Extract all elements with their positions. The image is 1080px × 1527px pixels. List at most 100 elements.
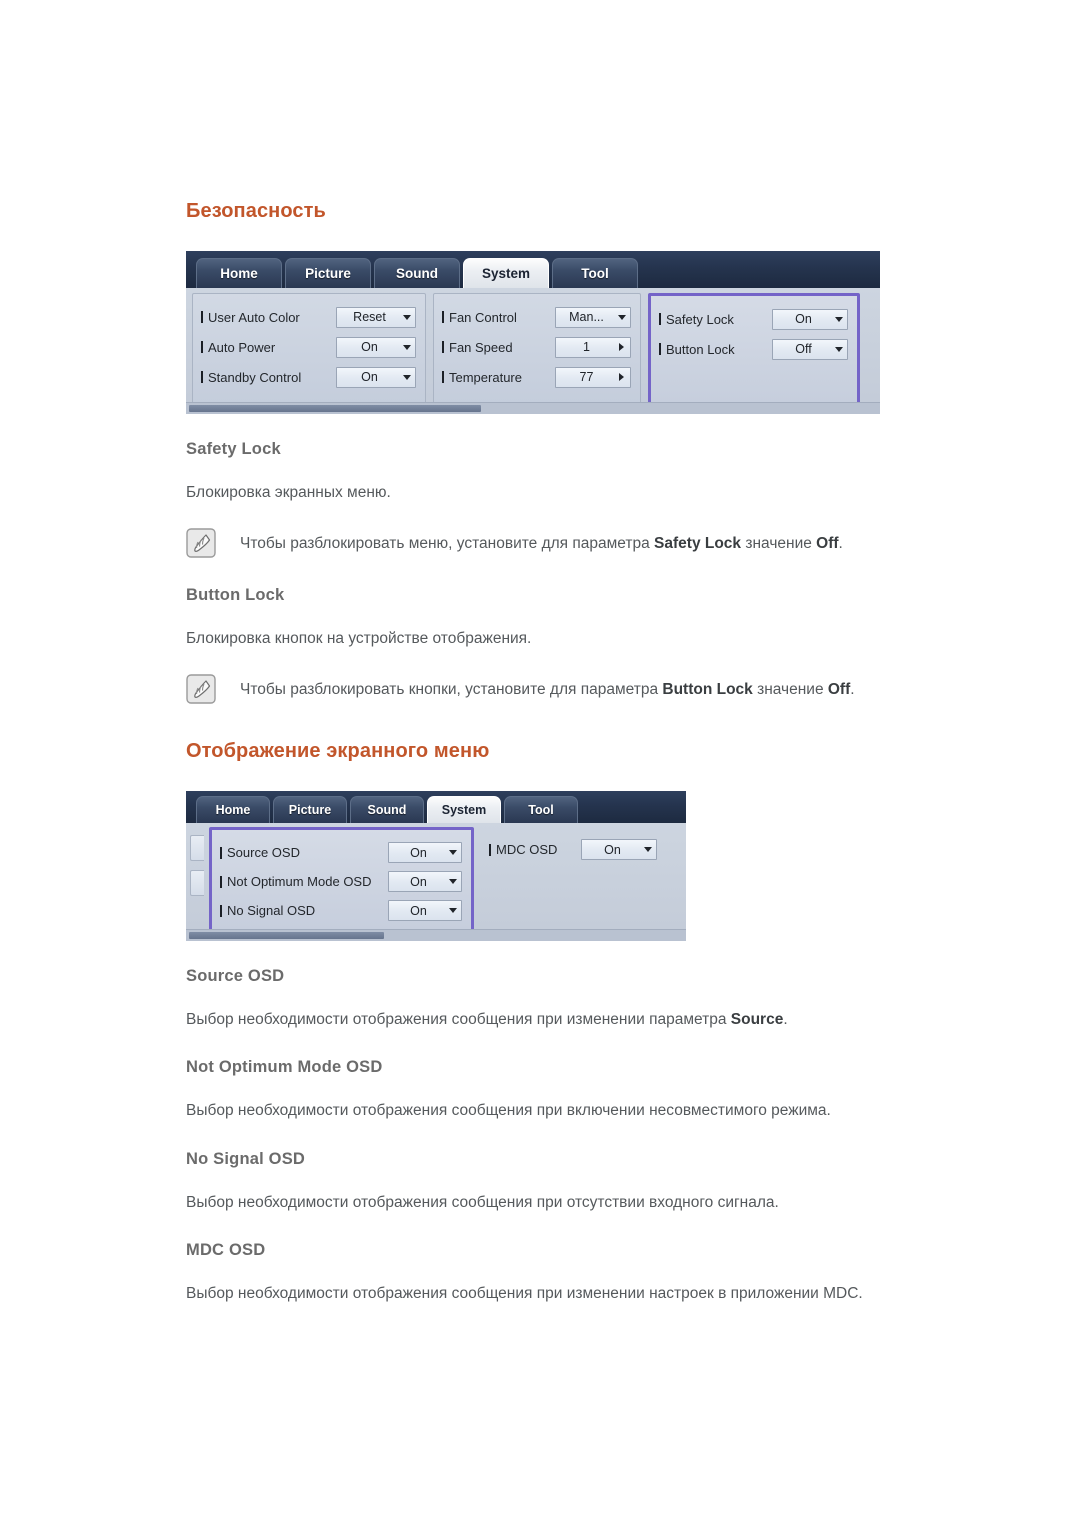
setting-row-auto-power: Auto Power On bbox=[201, 332, 416, 362]
dropdown-value: On bbox=[795, 312, 812, 326]
chevron-right-icon[interactable] bbox=[613, 338, 630, 357]
subheading-no-signal-osd: No Signal OSD bbox=[186, 1149, 306, 1168]
setting-row-not-optimum-mode-osd: Not Optimum Mode OSD On bbox=[220, 867, 462, 896]
chevron-down-icon bbox=[444, 901, 461, 920]
setting-row-user-auto-color: User Auto Color Reset bbox=[201, 302, 416, 332]
dropdown-fan-control[interactable]: Man... bbox=[555, 306, 631, 328]
label-temperature: Temperature bbox=[442, 370, 522, 385]
setting-row-standby-control: Standby Control On bbox=[201, 362, 416, 392]
note-bold-value: Off bbox=[827, 681, 851, 699]
tab-home[interactable]: Home bbox=[196, 796, 270, 824]
dropdown-value: Reset bbox=[353, 310, 386, 324]
dropdown-no-signal-osd[interactable]: On bbox=[388, 900, 462, 922]
dropdown-button-lock[interactable]: Off bbox=[772, 338, 848, 360]
tab-tool[interactable]: Tool bbox=[504, 796, 578, 824]
note-bold-param: Button Lock bbox=[662, 681, 753, 699]
dropdown-not-optimum-mode-osd[interactable]: On bbox=[388, 871, 462, 893]
chevron-down-icon bbox=[398, 368, 415, 387]
dropdown-value: On bbox=[604, 842, 621, 857]
panel-fan-temperature: Fan Control Man... Fan Speed 1 Temperatu… bbox=[433, 293, 641, 414]
tab-home[interactable]: Home bbox=[196, 258, 282, 288]
section-heading-security: Безопасность bbox=[186, 200, 326, 222]
mdc-tab-bar: Home Picture Sound System Tool bbox=[186, 791, 686, 824]
panel-osd-display: Source OSD On Not Optimum Mode OSD On No… bbox=[209, 827, 474, 942]
spinner-temperature[interactable]: 77 bbox=[555, 366, 631, 388]
horizontal-scrollbar[interactable] bbox=[186, 929, 686, 942]
document-page: Безопасность Home Picture Sound System T… bbox=[0, 0, 1080, 1527]
chevron-down-icon bbox=[639, 840, 656, 859]
note-suffix: . bbox=[838, 535, 843, 553]
tab-sound[interactable]: Sound bbox=[374, 258, 460, 288]
chevron-down-icon bbox=[830, 340, 847, 359]
note-pencil-icon bbox=[186, 674, 216, 704]
chevron-down-icon bbox=[398, 338, 415, 357]
mdc-settings-body: Source OSD On Not Optimum Mode OSD On No… bbox=[186, 823, 686, 942]
tab-picture[interactable]: Picture bbox=[285, 258, 371, 288]
subheading-source-osd: Source OSD bbox=[186, 967, 285, 986]
dropdown-standby-control[interactable]: On bbox=[336, 366, 416, 388]
label-source-osd: Source OSD bbox=[220, 845, 300, 860]
note-safety-lock: Чтобы разблокировать меню, установите дл… bbox=[186, 528, 996, 558]
description-mdc-osd: Выбор необходимости отображения сообщени… bbox=[186, 1284, 863, 1302]
description-no-signal-osd: Выбор необходимости отображения сообщени… bbox=[186, 1193, 779, 1211]
panel-security-locks: Safety Lock On Button Lock Off bbox=[648, 293, 860, 414]
dropdown-value: On bbox=[410, 903, 427, 918]
note-suffix: . bbox=[850, 681, 855, 699]
panel-general-settings: User Auto Color Reset Auto Power On Stan… bbox=[192, 293, 426, 414]
mdc-screenshot-system-osd: Home Picture Sound System Tool Source OS… bbox=[186, 791, 686, 942]
dropdown-value: On bbox=[361, 370, 378, 384]
label-fan-control: Fan Control bbox=[442, 310, 517, 325]
chevron-down-icon bbox=[444, 872, 461, 891]
subheading-button-lock: Button Lock bbox=[186, 586, 285, 605]
dropdown-user-auto-color[interactable]: Reset bbox=[336, 306, 416, 328]
panel-mdc-osd: MDC OSD On bbox=[481, 827, 666, 941]
spinner-value: 77 bbox=[579, 370, 594, 384]
note-pencil-icon bbox=[186, 528, 216, 558]
label-auto-power: Auto Power bbox=[201, 340, 275, 355]
label-mdc-osd: MDC OSD bbox=[489, 842, 557, 857]
note-middle: значение bbox=[741, 535, 817, 553]
tab-tool[interactable]: Tool bbox=[552, 258, 638, 288]
chevron-down-icon bbox=[613, 308, 630, 327]
horizontal-scrollbar[interactable] bbox=[186, 402, 880, 414]
setting-row-source-osd: Source OSD On bbox=[220, 838, 462, 867]
scrollbar-thumb[interactable] bbox=[189, 932, 384, 940]
description-not-optimum-mode-osd: Выбор необходимости отображения сообщени… bbox=[186, 1102, 831, 1120]
dropdown-value: On bbox=[410, 874, 427, 889]
note-text-button-lock: Чтобы разблокировать кнопки, установите … bbox=[240, 677, 855, 700]
dropdown-value: On bbox=[361, 340, 378, 354]
description-prefix: Выбор необходимости отображения сообщени… bbox=[186, 1011, 731, 1029]
dropdown-value: On bbox=[410, 845, 427, 860]
note-bold-value: Off bbox=[816, 535, 839, 553]
setting-row-mdc-osd: MDC OSD On bbox=[489, 835, 657, 864]
setting-row-safety-lock: Safety Lock On bbox=[659, 304, 848, 334]
tab-system[interactable]: System bbox=[463, 258, 549, 288]
setting-row-temperature: Temperature 77 bbox=[442, 362, 631, 392]
mdc-tab-bar: Home Picture Sound System Tool bbox=[186, 251, 880, 288]
dropdown-auto-power[interactable]: On bbox=[336, 336, 416, 358]
tab-sound[interactable]: Sound bbox=[350, 796, 424, 824]
description-source-osd: Выбор необходимости отображения сообщени… bbox=[186, 1010, 996, 1030]
tab-system[interactable]: System bbox=[427, 796, 501, 824]
scrollbar-thumb[interactable] bbox=[189, 405, 481, 412]
dropdown-mdc-osd[interactable]: On bbox=[581, 839, 657, 861]
dropdown-safety-lock[interactable]: On bbox=[772, 308, 848, 330]
setting-row-no-signal-osd: No Signal OSD On bbox=[220, 896, 462, 925]
label-fan-speed: Fan Speed bbox=[442, 340, 513, 355]
dropdown-source-osd[interactable]: On bbox=[388, 842, 462, 864]
chevron-right-icon[interactable] bbox=[613, 368, 630, 387]
description-safety-lock: Блокировка экранных меню. bbox=[186, 484, 391, 501]
dropdown-value: Off bbox=[795, 342, 812, 356]
chevron-down-icon bbox=[398, 308, 415, 327]
description-suffix: . bbox=[783, 1011, 788, 1029]
mdc-settings-body: User Auto Color Reset Auto Power On Stan… bbox=[186, 288, 880, 414]
label-user-auto-color: User Auto Color bbox=[201, 310, 300, 325]
description-bold-param: Source bbox=[730, 1011, 784, 1029]
spinner-value: 1 bbox=[583, 340, 590, 354]
spinner-fan-speed[interactable]: 1 bbox=[555, 336, 631, 358]
note-text-safety-lock: Чтобы разблокировать меню, установите дл… bbox=[240, 531, 843, 554]
description-button-lock: Блокировка кнопок на устройстве отображе… bbox=[186, 630, 532, 648]
tab-picture[interactable]: Picture bbox=[273, 796, 347, 824]
page-content: Безопасность Home Picture Sound System T… bbox=[186, 200, 996, 1332]
note-bold-param: Safety Lock bbox=[654, 535, 742, 553]
